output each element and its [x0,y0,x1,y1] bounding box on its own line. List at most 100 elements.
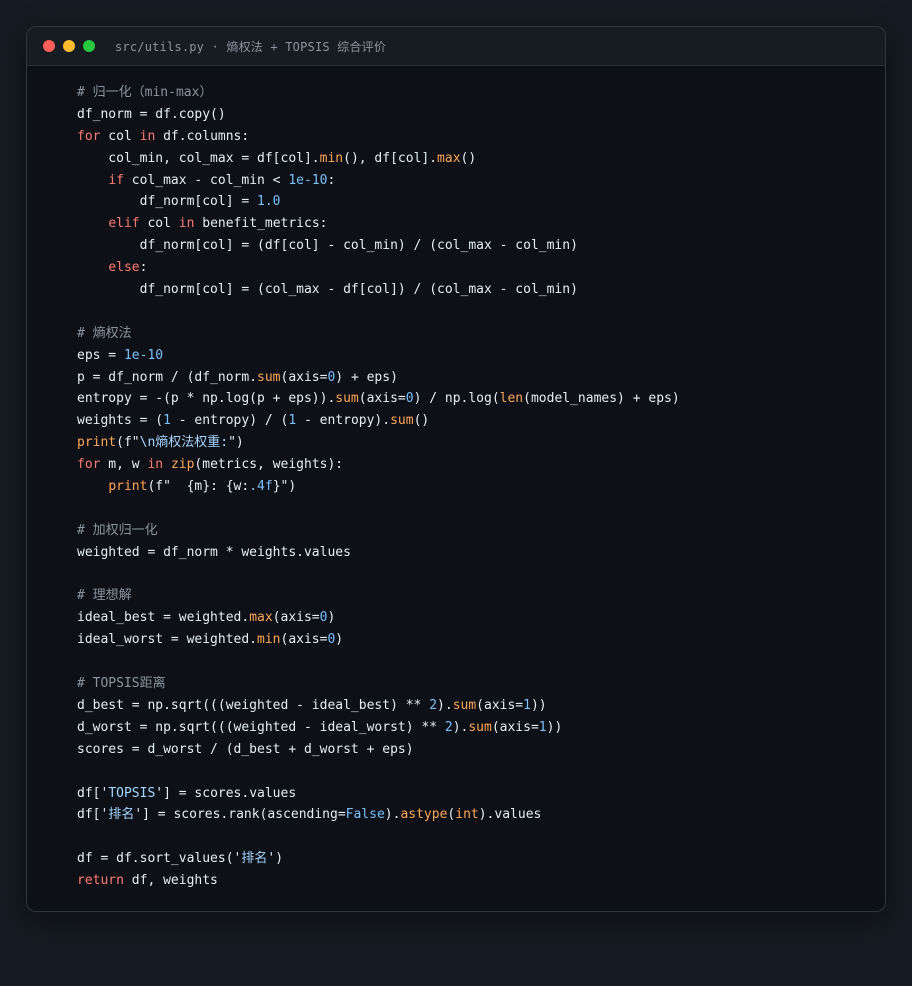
code-token: d_worst = np.sqrt(((weighted - ideal_wor… [77,719,445,735]
code-token: ) [335,632,344,648]
code-token: (f" {m}: {w: [147,479,250,495]
code-token: 1 [288,413,297,429]
code-block: # 归一化（min-max） df_norm = df.copy() for col… [77,82,680,892]
code-token: in [178,216,195,232]
code-token: eps = [77,347,124,363]
code-token: 1 [538,719,547,735]
code-token: '] = scores.rank(ascending= [134,807,346,823]
code-token: () [460,150,477,166]
code-line: for col in df.columns: [77,126,680,148]
code-token: TOPSIS [108,785,156,801]
window-titlebar: src/utils.py · 熵权法 + TOPSIS 综合评价 [27,27,885,66]
code-line: df_norm[col] = 1.0 [77,191,680,213]
code-token: zip [170,457,195,473]
code-token: (axis= [272,610,320,626]
code-token: \n熵权法权重: [139,435,229,451]
code-token: if [108,172,124,188]
code-token: min [319,150,344,166]
code-token: ).values [478,807,542,823]
code-token: ideal_worst = weighted. [77,632,258,648]
code-token: 0 [405,391,414,407]
code-line: eps = 1e-10 [77,345,680,367]
code-token: max [437,150,461,166]
code-token: - entropy). [296,413,391,429]
code-line: weighted = df_norm * weights.values [77,542,680,564]
code-token: df[' [77,807,109,823]
code-token: df.columns: [155,128,250,144]
code-line: df_norm = df.copy() [77,104,680,126]
code-line: # 归一化（min-max） [77,82,680,104]
maximize-button[interactable] [83,40,95,52]
code-token: )) [530,697,547,713]
code-token: 1 [523,697,531,713]
code-token: benefit_metrics: [194,216,328,232]
minimize-button[interactable] [63,40,75,52]
close-button[interactable] [43,40,55,52]
code-token: (axis= [280,369,328,385]
code-line: # 加权归一化 [77,520,680,542]
code-token: col_min, col_max = df[col]. [77,150,320,166]
code-line: d_worst = np.sqrt(((weighted - ideal_wor… [77,717,680,739]
code-token: # 加权归一化 [77,522,158,538]
code-line: # TOPSIS距离 [77,673,680,695]
code-line: entropy = -(p * np.log(p + eps)).sum(axi… [77,388,680,410]
code-token: ). [384,807,401,823]
code-token: (axis= [280,632,328,648]
code-token: col [100,128,140,144]
code-line: df = df.sort_values('排名') [77,848,680,870]
code-line: df['排名'] = scores.rank(ascending=False).… [77,804,680,826]
code-token: for [77,128,101,144]
code-token: else [108,260,140,276]
code-token: : [139,260,148,276]
code-token: (axis= [491,719,539,735]
code-token: (axis= [476,697,524,713]
code-token: False [345,807,385,823]
code-token: in [147,457,164,473]
code-token: )) [546,719,563,735]
code-token: (metrics, weights): [194,457,344,473]
code-token: weights = ( [77,413,164,429]
code-line: col_min, col_max = df[col].min(), df[col… [77,148,680,170]
code-token: m, w [100,457,148,473]
code-token: ) [327,610,336,626]
code-token: 1e-10 [288,172,328,188]
code-token: len [499,391,524,407]
code-line: df['TOPSIS'] = scores.values [77,783,680,805]
code-token: df = df.sort_values(' [77,851,242,867]
code-token: }") [272,479,297,495]
code-token: 2 [444,719,453,735]
code-token: 排名 [241,851,268,867]
code-line: df_norm[col] = (col_max - df[col]) / (co… [77,279,680,301]
code-token: 1.0 [257,194,281,210]
code-token: print [77,435,117,451]
code-token: : [327,172,336,188]
code-token: ideal_best = weighted. [77,610,250,626]
code-line: ideal_best = weighted.max(axis=0) [77,607,680,629]
code-token: scores = d_worst / (d_best + d_worst + e… [77,741,414,757]
code-token: # 熵权法 [77,325,132,341]
code-token: # TOPSIS距离 [77,676,166,692]
window-title: src/utils.py · 熵权法 + TOPSIS 综合评价 [115,39,387,54]
code-token: int [455,807,479,823]
code-token: sum [468,719,492,735]
code-token: ') [267,851,284,867]
code-line: p = df_norm / (df_norm.sum(axis=0) + eps… [77,367,680,389]
code-token: ). [452,719,469,735]
code-token: col_max - col_min < [123,172,289,188]
code-token: max [249,610,273,626]
code-token: weighted = df_norm * weights.values [77,544,351,560]
code-token: .4f [249,479,273,495]
code-line: # 熵权法 [77,323,680,345]
code-token: (axis= [358,391,406,407]
code-line: return df, weights [77,870,680,892]
code-token: ) + eps) [335,369,398,385]
code-token: (), df[col]. [343,150,438,166]
code-token: col [139,216,179,232]
